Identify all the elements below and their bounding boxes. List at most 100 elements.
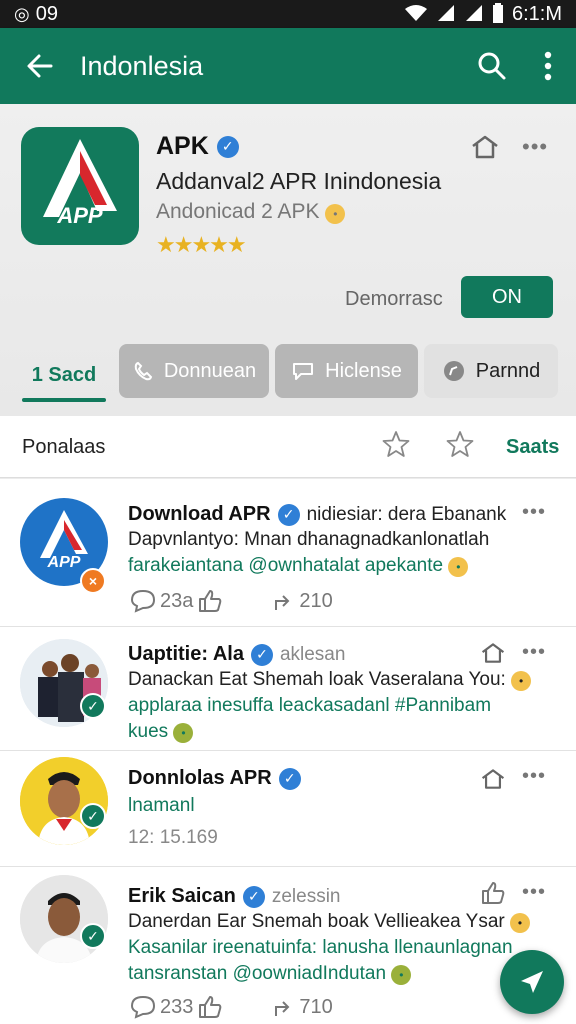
- comment-icon: [130, 995, 156, 1019]
- on-toggle-button[interactable]: ON: [461, 276, 553, 318]
- post-more-button[interactable]: •••: [522, 765, 546, 788]
- overflow-menu-button[interactable]: [520, 51, 576, 81]
- post-link-text: applaraa inesuffa leackasadanl #Pannibam: [128, 695, 492, 716]
- app-name: APK: [156, 132, 209, 160]
- emoji-icon: •: [173, 723, 194, 743]
- app-header: APP APK ✓ Addanval2 APR Inindonesia Ando…: [0, 104, 576, 416]
- star-outline-icon: [382, 431, 410, 457]
- back-arrow-icon: [27, 54, 53, 78]
- app-logo: APP: [21, 127, 139, 245]
- signal-icon: [436, 4, 456, 25]
- app-bar: Indonlesia: [0, 28, 576, 104]
- verified-icon: ✓: [250, 643, 273, 666]
- tab-label: Hiclense: [325, 359, 402, 382]
- post-more-button[interactable]: •••: [522, 881, 546, 904]
- post-more-button[interactable]: •••: [522, 641, 546, 664]
- star-filter-button-2[interactable]: [446, 430, 474, 463]
- notification-icon: ◎: [14, 4, 30, 24]
- post-tag-text: tansranstan @oowniadIndutan •: [128, 963, 412, 985]
- tab-sacd[interactable]: 1 Sacd: [22, 350, 106, 402]
- check-badge-icon: ✓: [80, 803, 106, 829]
- call-icon: [132, 360, 154, 382]
- share-icon: [275, 1001, 290, 1016]
- comment-count: 23a: [160, 589, 194, 612]
- home-icon: [481, 769, 505, 789]
- post-text: lnamanl: [128, 795, 195, 816]
- home-icon: [472, 135, 498, 159]
- tab-label: Parnnd: [475, 359, 541, 382]
- more-vert-icon: [544, 51, 552, 81]
- post-tag-text: kues •: [128, 721, 194, 743]
- check-badge-icon: ✓: [80, 693, 106, 719]
- post-feed: APP × Download APR ✓ nidiesiar: dera Eba…: [0, 479, 576, 1024]
- post-item[interactable]: ✓ Uaptitie: Ala ✓ aklesan ••• Danackan E…: [0, 627, 576, 751]
- thumbs-up-icon: [199, 996, 222, 1018]
- filter-bar: Ponalaas Saats: [0, 416, 576, 478]
- emoji-icon: •: [325, 204, 346, 224]
- wifi-icon: [404, 4, 428, 25]
- post-text: Dapvnlantyo: Mnan dhanagnadkanlonatlah: [128, 529, 490, 550]
- verified-icon: ✓: [277, 503, 300, 526]
- post-handle: zelessin: [271, 885, 341, 907]
- smile-emoji-icon: •: [511, 671, 532, 691]
- home-button[interactable]: [470, 134, 500, 165]
- thumbs-up-icon: [482, 882, 505, 904]
- like-button[interactable]: [480, 881, 506, 910]
- app-subtitle: Addanval2 APR Inindonesia: [156, 168, 442, 194]
- comment-count: 233: [160, 995, 194, 1018]
- post-item[interactable]: APP × Download APR ✓ nidiesiar: dera Eba…: [0, 479, 576, 627]
- home-button[interactable]: [480, 641, 506, 670]
- post-item[interactable]: ✓ Erik Saican ✓ zelessin ••• Danerdan Ea…: [0, 867, 576, 1024]
- verified-icon: ✓: [278, 767, 301, 790]
- avatar: [20, 757, 108, 845]
- check-badge-icon: ✓: [80, 923, 106, 949]
- home-icon: [481, 643, 505, 663]
- share-count: 210: [299, 589, 333, 612]
- star-filter-button[interactable]: [382, 430, 410, 463]
- share-count: 710: [299, 995, 333, 1018]
- post-author: Donnlolas APR: [128, 767, 272, 789]
- post-more-button[interactable]: •••: [522, 501, 546, 524]
- tab-bar: 1 Sacd Donnuean Hiclense Parnnd: [0, 342, 576, 404]
- tab-hiclense[interactable]: Hiclense: [275, 344, 418, 398]
- tab-parnnd[interactable]: Parnnd: [424, 344, 558, 398]
- verified-icon: ✓: [216, 135, 239, 158]
- post-link-text: farakeiantana @ownhatalat apekante •: [128, 555, 469, 577]
- send-icon: [521, 971, 543, 993]
- search-button[interactable]: [464, 51, 520, 81]
- home-button[interactable]: [480, 767, 506, 796]
- like-button[interactable]: [197, 589, 223, 613]
- close-badge-icon: ×: [80, 568, 106, 594]
- post-text: Danackan Eat Shemah loak Vaseralana You:…: [128, 669, 532, 691]
- status-left-text: 09: [35, 2, 58, 25]
- share-button[interactable]: 210: [273, 589, 333, 613]
- app-subtitle-secondary: Andonicad 2 APK •: [156, 200, 346, 224]
- verified-icon: ✓: [242, 885, 265, 908]
- share-button[interactable]: 710: [273, 995, 333, 1019]
- post-link-text: Kasanilar ireenatuinfa: lanusha llenaunl…: [128, 937, 513, 958]
- comment-button[interactable]: 23a: [130, 589, 193, 613]
- smile-emoji-icon: •: [510, 913, 531, 933]
- post-author: Download APR: [128, 503, 271, 525]
- like-button[interactable]: [197, 995, 223, 1019]
- post-handle: aklesan: [279, 643, 346, 665]
- more-options-button[interactable]: •••: [522, 134, 548, 160]
- signal2-icon: [464, 4, 484, 25]
- comment-icon: [130, 589, 156, 613]
- post-author: Erik Saican: [128, 885, 236, 907]
- battery-icon: [492, 2, 504, 26]
- page-title: Indonlesia: [80, 50, 204, 81]
- back-button[interactable]: [0, 51, 80, 81]
- compose-fab-button[interactable]: [500, 950, 564, 1014]
- saats-link[interactable]: Saats: [506, 436, 559, 459]
- post-item[interactable]: ✓ Donnlolas APR ✓ ••• lnamanl 12: 15.169: [0, 751, 576, 867]
- tab-donnuean[interactable]: Donnuean: [119, 344, 269, 398]
- message-icon: [291, 360, 315, 382]
- share-icon: [275, 595, 290, 610]
- post-author: Uaptitie: Ala: [128, 643, 244, 665]
- comment-button[interactable]: 233: [130, 995, 193, 1019]
- post-handle: nidiesiar: dera Ebanank: [306, 503, 507, 525]
- post-timestamp: 12: 15.169: [128, 827, 218, 848]
- avatar: [20, 875, 108, 963]
- search-icon: [478, 52, 506, 80]
